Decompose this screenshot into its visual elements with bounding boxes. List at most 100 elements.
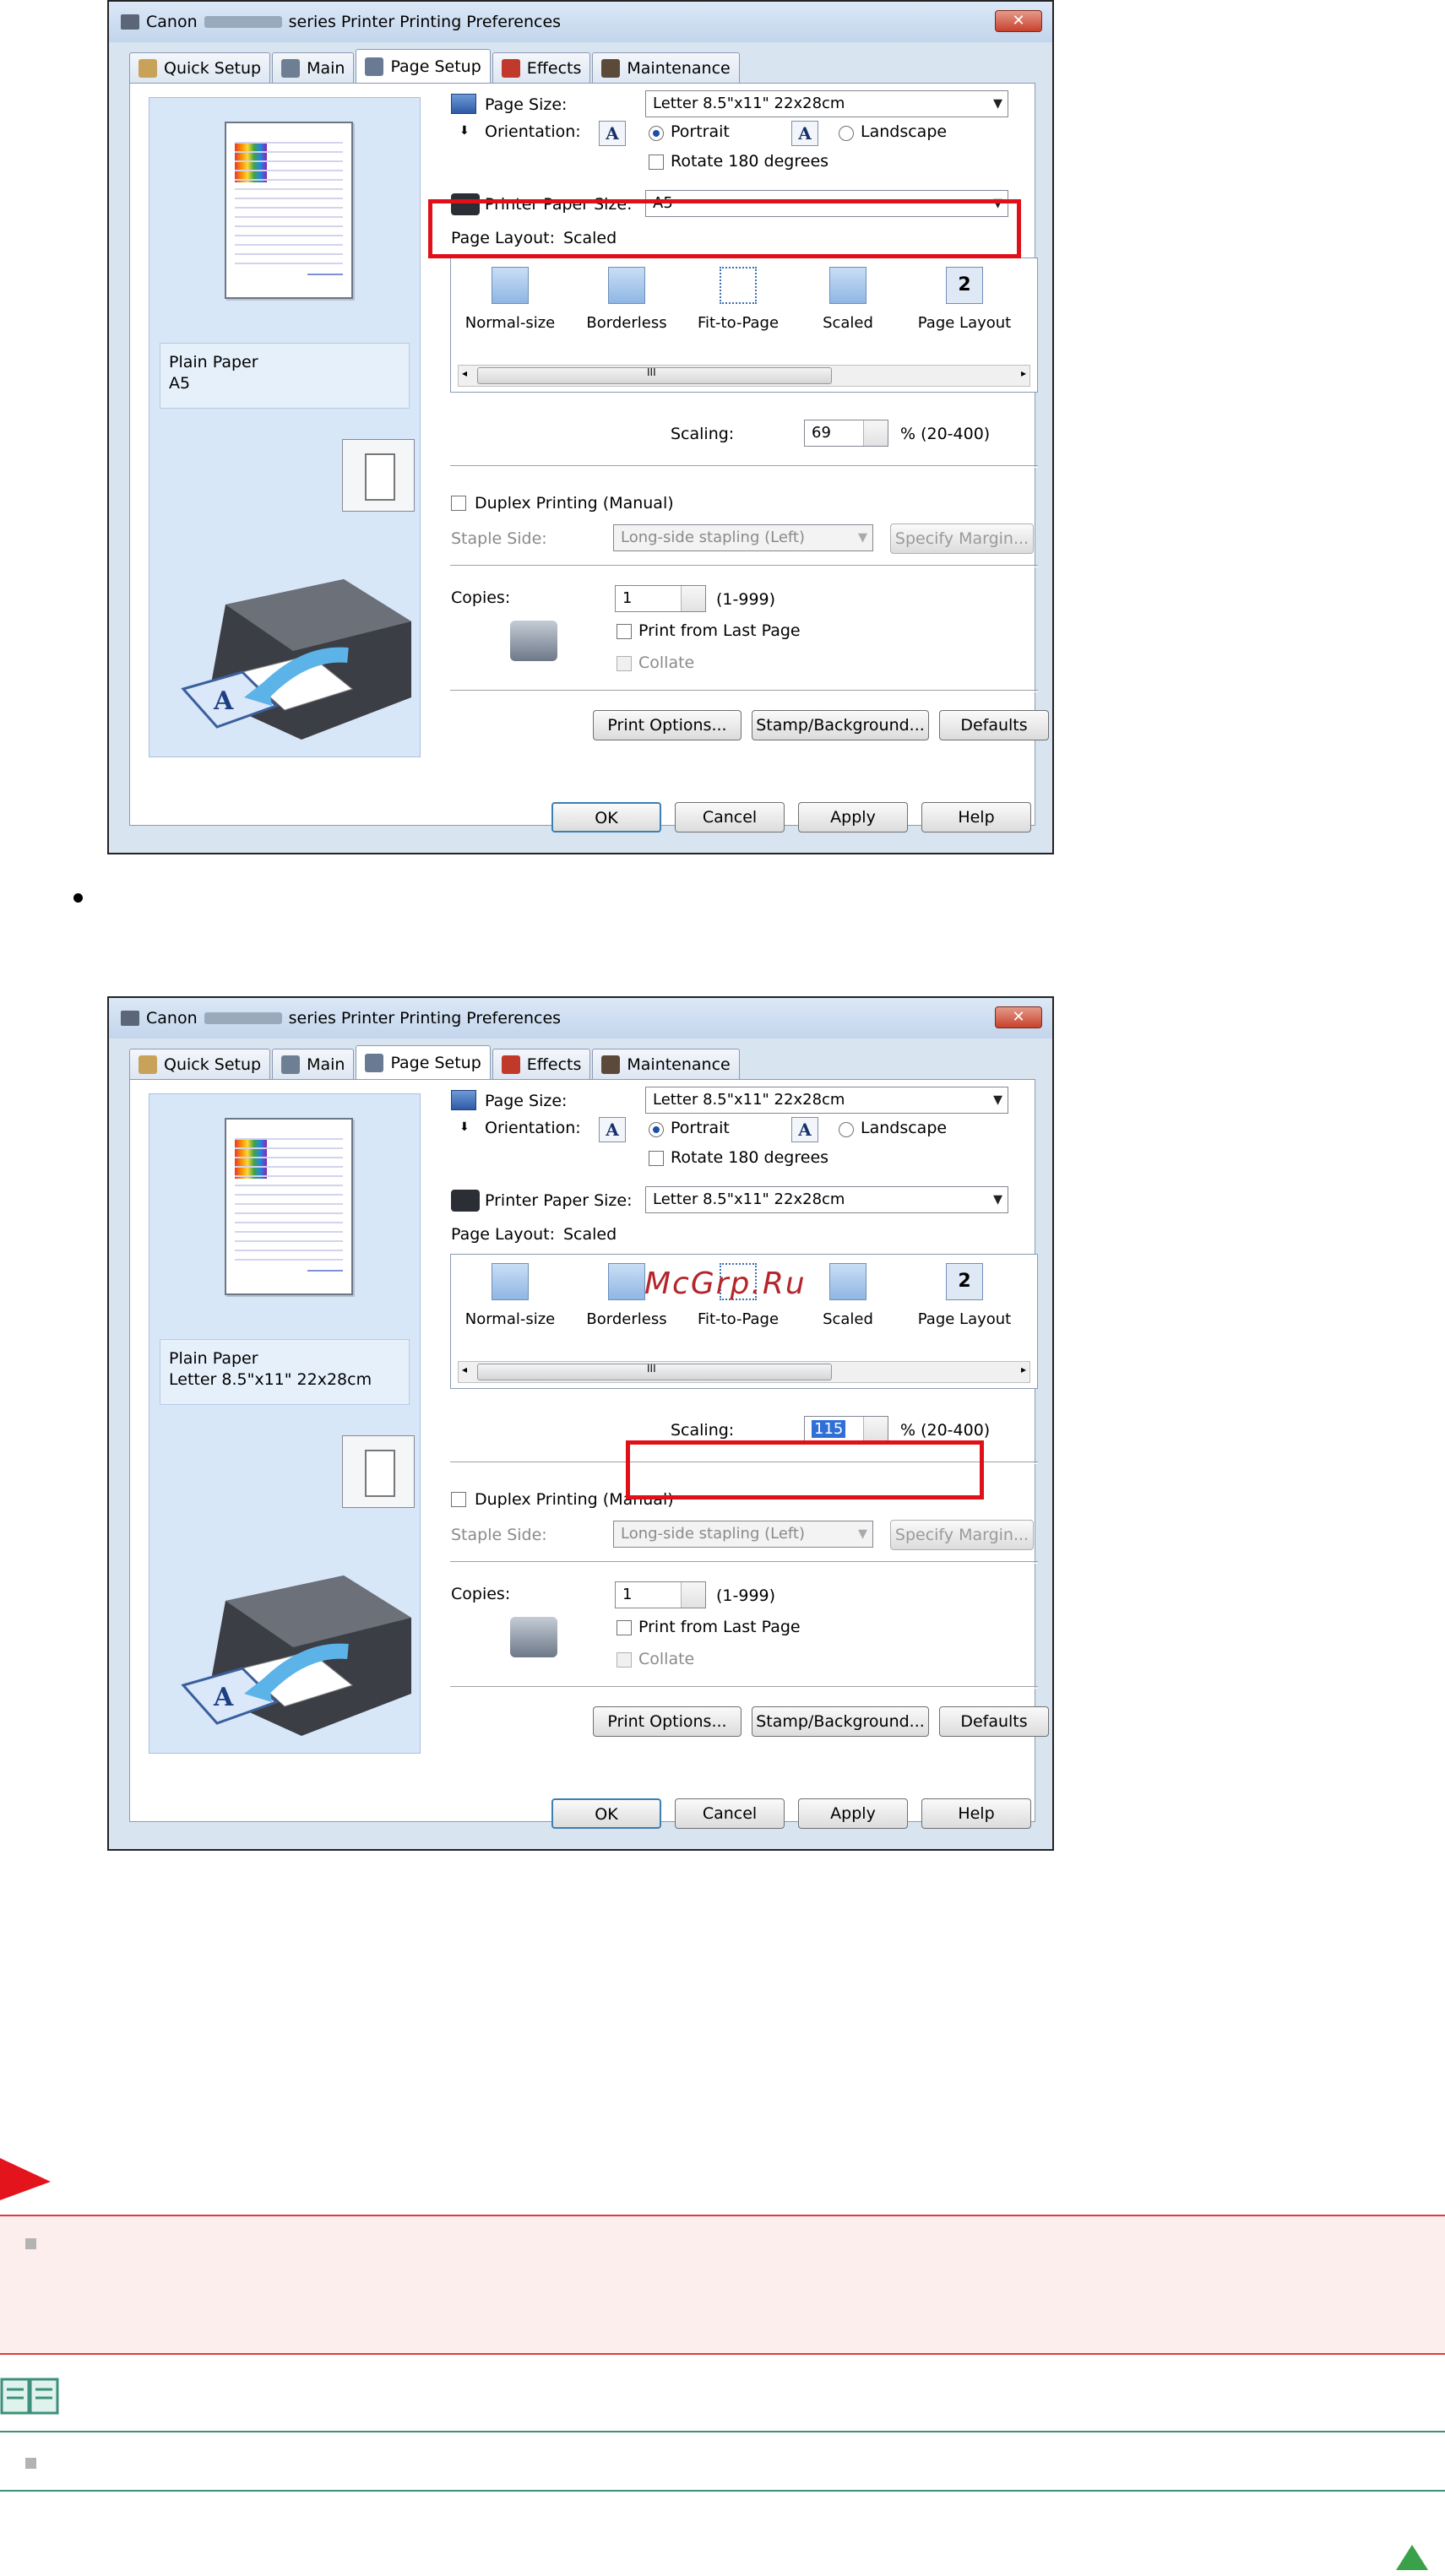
duplex-checkbox[interactable] xyxy=(451,496,466,511)
paper-type: Plain Paper xyxy=(169,353,258,371)
ok-button[interactable]: OK xyxy=(551,1798,661,1829)
apply-button[interactable]: Apply xyxy=(798,802,908,832)
landscape-radio[interactable] xyxy=(839,1122,854,1137)
stamp-background-button[interactable]: Stamp/Background... xyxy=(752,710,929,740)
page-setup-icon xyxy=(365,1053,384,1072)
specify-margin-button[interactable]: Specify Margin... xyxy=(890,1520,1034,1550)
watermark: McGrp.Ru xyxy=(644,1266,807,1301)
scroll-thumb[interactable]: III xyxy=(477,366,832,384)
page-size-select[interactable]: Letter 8.5"x11" 22x28cm xyxy=(645,1087,1008,1114)
cancel-button[interactable]: Cancel xyxy=(675,1798,785,1829)
arrow-up-icon[interactable] xyxy=(1394,2543,1430,2572)
layout-label: Page Layout xyxy=(917,314,1012,332)
tab-label: Effects xyxy=(526,1055,582,1074)
portrait-label: Portrait xyxy=(671,122,730,141)
layout-option-fit-to-page[interactable]: Fit-to-Page xyxy=(687,267,789,332)
layout-option-normal-size[interactable]: Normal-size xyxy=(459,267,561,332)
scroll-right-icon[interactable]: ▸ xyxy=(1021,367,1026,379)
print-last-checkbox[interactable] xyxy=(617,624,632,639)
copies-input[interactable]: 1 xyxy=(615,585,706,612)
preview-line xyxy=(235,1175,343,1177)
tab-quick-setup[interactable]: Quick Setup xyxy=(129,52,271,83)
tab-page-setup[interactable]: Page Setup xyxy=(356,49,491,83)
page-size-select[interactable]: Letter 8.5"x11" 22x28cm xyxy=(645,90,1008,117)
tab-maintenance[interactable]: Maintenance xyxy=(592,1049,740,1079)
tab-strip: Quick Setup Main Page Setup Effects Maintena… xyxy=(129,49,742,83)
print-options-button[interactable]: Print Options... xyxy=(593,1706,742,1737)
print-last-checkbox[interactable] xyxy=(617,1620,632,1635)
portrait-radio[interactable] xyxy=(649,126,664,141)
stamp-background-button[interactable]: Stamp/Background... xyxy=(752,1706,929,1737)
close-button[interactable]: ✕ xyxy=(995,10,1042,32)
rotate-checkbox[interactable] xyxy=(649,1151,664,1166)
horizontal-scrollbar[interactable]: ◂ III ▸ xyxy=(458,1361,1030,1383)
collate-checkbox[interactable] xyxy=(617,656,632,671)
duplex-checkbox[interactable] xyxy=(451,1492,466,1507)
help-button[interactable]: Help xyxy=(921,1798,1031,1829)
print-options-button[interactable]: Print Options... xyxy=(593,710,742,740)
layout-label: Borderless xyxy=(586,314,667,332)
layout-option-borderless[interactable]: Borderless xyxy=(576,267,677,332)
tab-quick-setup[interactable]: Quick Setup xyxy=(129,1049,271,1079)
landscape-radio[interactable] xyxy=(839,126,854,141)
layout-label: Scaled xyxy=(823,1310,873,1328)
layout-label: Fit-to-Page xyxy=(697,314,780,332)
note-box xyxy=(0,2431,1445,2492)
tab-effects[interactable]: Effects xyxy=(492,1049,591,1079)
copies-range: (1-999) xyxy=(716,590,776,609)
preview-line xyxy=(235,225,343,227)
separator xyxy=(450,565,1038,567)
preview-line xyxy=(235,1157,343,1158)
layout-option-page-layout[interactable]: 2 Page Layout xyxy=(914,1263,1015,1328)
apply-button[interactable]: Apply xyxy=(798,1798,908,1829)
tab-label: Quick Setup xyxy=(164,1055,262,1074)
layout-option-normal-size[interactable]: Normal-size xyxy=(459,1263,561,1328)
printer-paper-icon xyxy=(451,1190,480,1212)
tab-main[interactable]: Main xyxy=(272,52,355,83)
collate-label: Collate xyxy=(638,653,695,672)
printer-illustration: A xyxy=(175,571,420,748)
help-button[interactable]: Help xyxy=(921,802,1031,832)
ok-button[interactable]: OK xyxy=(551,802,661,832)
tab-maintenance[interactable]: Maintenance xyxy=(592,52,740,83)
tab-effects[interactable]: Effects xyxy=(492,52,591,83)
defaults-button[interactable]: Defaults xyxy=(939,710,1049,740)
layout-option-page-layout[interactable]: 2 Page Layout xyxy=(914,267,1015,332)
defaults-button[interactable]: Defaults xyxy=(939,1706,1049,1737)
printing-preferences-dialog-1: Canon series Printer Printing Preferences… xyxy=(107,0,1054,854)
landscape-icon: A xyxy=(791,121,818,146)
page-layout-list[interactable]: Normal-size Borderless Fit-to-Page Scaled 2 P… xyxy=(450,258,1038,393)
close-button[interactable]: ✕ xyxy=(995,1006,1042,1028)
scroll-left-icon[interactable]: ◂ xyxy=(462,1364,467,1375)
scroll-thumb[interactable]: III xyxy=(477,1363,832,1380)
title-prefix: Canon xyxy=(146,1009,198,1028)
rotate-checkbox[interactable] xyxy=(649,155,664,170)
layout-option-scaled[interactable]: Scaled xyxy=(797,267,899,332)
collate-checkbox[interactable] xyxy=(617,1652,632,1668)
tab-main[interactable]: Main xyxy=(272,1049,355,1079)
scaling-range: % (20-400) xyxy=(900,425,991,443)
tab-page-setup[interactable]: Page Setup xyxy=(356,1045,491,1079)
printer-paper-size-select[interactable]: Letter 8.5"x11" 22x28cm xyxy=(645,1186,1008,1213)
scaling-input[interactable]: 115 xyxy=(804,1416,888,1443)
title-bar: Canon series Printer Printing Preferences… xyxy=(109,998,1052,1039)
svg-text:A: A xyxy=(213,1683,234,1712)
collate-label: Collate xyxy=(638,1650,695,1668)
specify-margin-button[interactable]: Specify Margin... xyxy=(890,523,1034,554)
staple-side-select[interactable]: Long-side stapling (Left) xyxy=(613,1521,873,1548)
cancel-button[interactable]: Cancel xyxy=(675,802,785,832)
preview-line xyxy=(235,1259,343,1261)
staple-side-select[interactable]: Long-side stapling (Left) xyxy=(613,524,873,551)
paper-type: Plain Paper xyxy=(169,1349,258,1368)
horizontal-scrollbar[interactable]: ◂ III ▸ xyxy=(458,365,1030,387)
copies-input[interactable]: 1 xyxy=(615,1581,706,1608)
scroll-right-icon[interactable]: ▸ xyxy=(1021,1364,1026,1375)
title-bar: Canon series Printer Printing Preferences… xyxy=(109,2,1052,42)
fit-to-page-icon xyxy=(720,267,757,304)
page-layout-label: Page Layout: xyxy=(451,1225,556,1244)
preview-line xyxy=(235,179,343,181)
scroll-left-icon[interactable]: ◂ xyxy=(462,367,467,379)
portrait-radio[interactable] xyxy=(649,1122,664,1137)
scaling-input[interactable]: 69 xyxy=(804,420,888,447)
layout-option-scaled[interactable]: Scaled xyxy=(797,1263,899,1328)
